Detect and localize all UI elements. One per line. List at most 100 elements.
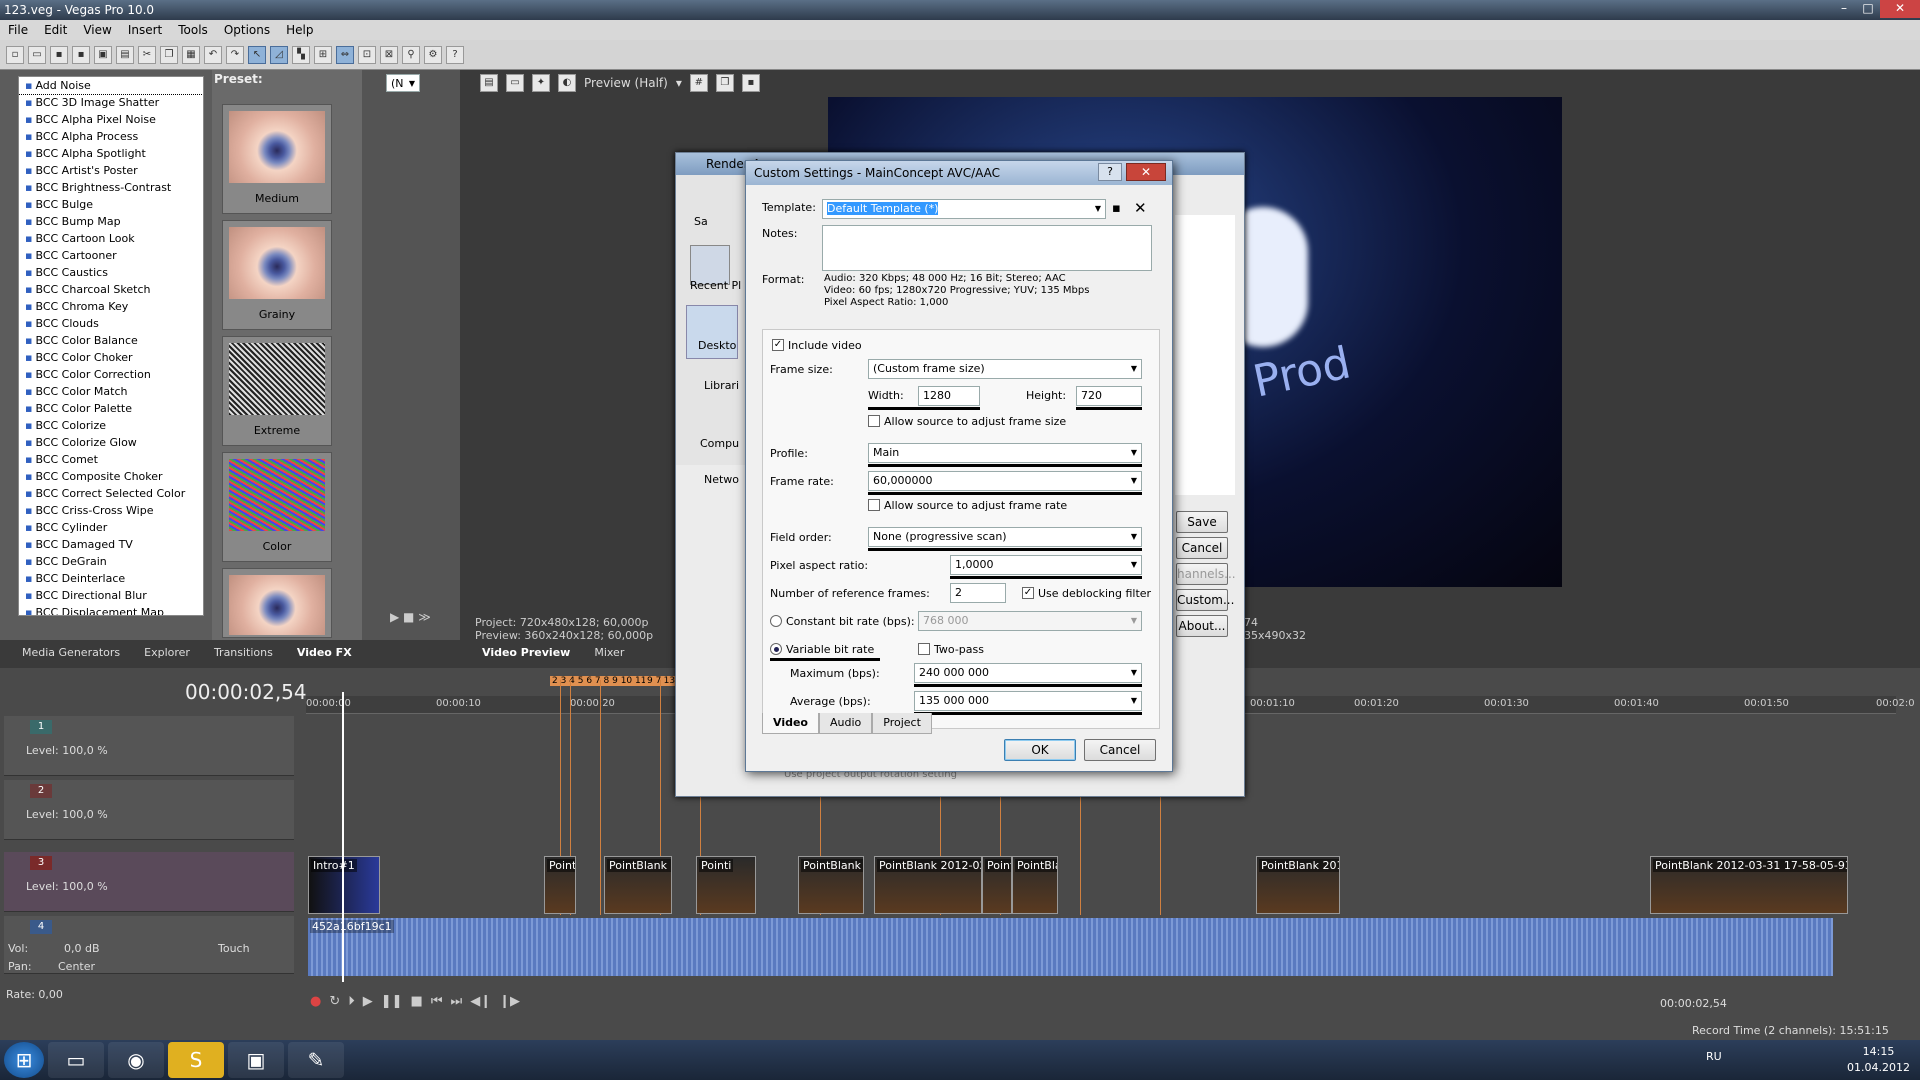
minimize-button[interactable]: – — [1832, 0, 1856, 18]
help-button[interactable]: ? — [1098, 163, 1122, 181]
tab-video[interactable]: Video — [762, 713, 819, 734]
pan-value[interactable]: Center — [58, 960, 95, 973]
fx-item[interactable]: BCC Clouds — [19, 315, 203, 332]
tab-video-preview[interactable]: Video Preview — [470, 646, 582, 659]
audio-clip[interactable]: 452a16bf19c1 — [308, 918, 1833, 976]
preset-thumbnail[interactable]: Extreme — [222, 336, 332, 446]
fx-item[interactable]: BCC Criss-Cross Wipe — [19, 502, 203, 519]
envelope-tool-icon[interactable]: ◿ — [270, 45, 288, 64]
lock-envelopes-icon[interactable]: ⊡ — [358, 45, 376, 64]
width-field[interactable]: 1280 — [918, 386, 980, 406]
menu-file[interactable]: File — [0, 23, 36, 37]
fx-item[interactable]: BCC DeGrain — [19, 553, 203, 570]
stop-icon[interactable]: ■ — [411, 994, 423, 1009]
ok-button[interactable]: OK — [1004, 739, 1076, 761]
selection-tool-icon[interactable]: ▚ — [292, 45, 310, 64]
fx-item[interactable]: BCC Artist's Poster — [19, 162, 203, 179]
preset-thumbnail[interactable] — [222, 568, 332, 638]
par-dropdown[interactable]: 1,0000 — [950, 555, 1142, 575]
save-template-button[interactable]: Save — [1176, 511, 1228, 533]
playback-rate[interactable]: Rate: 0,00 — [6, 988, 63, 1001]
go-to-start-icon[interactable]: ⏮ — [431, 994, 443, 1009]
snapping-icon[interactable]: ⊞ — [314, 45, 332, 64]
avg-bitrate-dropdown[interactable]: 135 000 000 — [914, 691, 1142, 711]
vegas-taskbar-icon[interactable]: ✎ — [288, 1042, 344, 1078]
touch-mode[interactable]: Touch — [218, 942, 250, 955]
copy-snapshot-icon[interactable]: ❐ — [715, 74, 734, 92]
close-window-button[interactable]: ✕ — [1880, 0, 1920, 18]
fx-item[interactable]: BCC Composite Choker — [19, 468, 203, 485]
open-icon[interactable]: ▭ — [28, 45, 46, 64]
fx-item[interactable]: BCC Damaged TV — [19, 536, 203, 553]
copy-icon[interactable]: ❐ — [160, 45, 178, 64]
close-dialog-button[interactable]: ✕ — [1126, 163, 1166, 181]
start-button[interactable]: ⊞ — [4, 1042, 44, 1078]
cbr-radio[interactable] — [770, 615, 782, 627]
computer-place[interactable]: Compu — [700, 437, 739, 450]
save-icon[interactable]: ▪ — [50, 45, 68, 64]
preset-thumbnail[interactable]: Grainy — [222, 220, 332, 330]
undo-icon[interactable]: ↶ — [204, 45, 222, 64]
tab-explorer[interactable]: Explorer — [132, 646, 202, 659]
save-as-icon[interactable]: ▪ — [72, 45, 90, 64]
chrome-taskbar-icon[interactable]: ◉ — [108, 1042, 164, 1078]
save-snapshot-icon[interactable]: ▪ — [741, 74, 760, 92]
preview-quality-dropdown[interactable]: Preview (Half) — [584, 76, 668, 90]
fx-item[interactable]: BCC Color Correction — [19, 366, 203, 383]
video-clip[interactable]: Point — [544, 856, 576, 914]
track-header[interactable]: 2 Level: 100,0 % — [4, 780, 294, 840]
about-button[interactable]: About... — [1176, 615, 1228, 637]
tab-mixer[interactable]: Mixer — [582, 646, 636, 659]
fx-item[interactable]: BCC Alpha Spotlight — [19, 145, 203, 162]
tab-audio[interactable]: Audio — [818, 713, 873, 734]
tab-media-generators[interactable]: Media Generators — [10, 646, 132, 659]
fx-item[interactable]: BCC Charcoal Sketch — [19, 281, 203, 298]
go-to-end-icon[interactable]: ⏭ — [451, 994, 463, 1009]
menu-view[interactable]: View — [75, 23, 119, 37]
render-cancel-button[interactable]: Cancel — [1176, 537, 1228, 559]
field-order-dropdown[interactable]: None (progressive scan) — [868, 527, 1142, 547]
fx-item[interactable]: BCC Directional Blur — [19, 587, 203, 604]
fx-item[interactable]: BCC Bump Map — [19, 213, 203, 230]
prev-frame-icon[interactable]: ◀❙ — [470, 994, 491, 1009]
paste-icon[interactable]: ▦ — [182, 45, 200, 64]
external-monitor-icon[interactable]: ▭ — [506, 74, 524, 92]
language-indicator[interactable]: RU — [1706, 1050, 1722, 1063]
frame-size-dropdown[interactable]: (Custom frame size) — [868, 359, 1142, 379]
fx-item[interactable]: BCC Brightness-Contrast — [19, 179, 203, 196]
channels-button[interactable]: hannels... — [1176, 563, 1236, 585]
fx-item[interactable]: BCC Comet — [19, 451, 203, 468]
fx-item[interactable]: Add Noise — [19, 77, 203, 95]
track-level[interactable]: Level: 100,0 % — [26, 880, 108, 893]
new-icon[interactable]: ▫ — [6, 45, 24, 64]
play-from-start-icon[interactable]: ⏵ — [348, 994, 355, 1009]
next-frame-icon[interactable]: ❙▶ — [499, 994, 520, 1009]
video-clip[interactable]: PointBlank 2012. — [1256, 856, 1340, 914]
save-template-icon[interactable]: ▪ — [1112, 201, 1121, 216]
fx-item[interactable]: BCC Chroma Key — [19, 298, 203, 315]
allow-frame-rate-checkbox[interactable] — [868, 499, 880, 511]
template-dropdown[interactable]: Default Template (*) — [822, 199, 1106, 219]
fx-item[interactable]: BCC Color Palette — [19, 400, 203, 417]
fx-item[interactable]: BCC Alpha Pixel Noise — [19, 111, 203, 128]
delete-template-icon[interactable]: ✕ — [1134, 199, 1147, 217]
video-clip[interactable]: Intro#1 — [308, 856, 380, 914]
playhead-cursor[interactable] — [342, 692, 344, 982]
menu-options[interactable]: Options — [216, 23, 278, 37]
two-pass-checkbox[interactable] — [918, 643, 930, 655]
record-icon[interactable]: ● — [310, 994, 321, 1009]
deblocking-checkbox[interactable]: ✓ — [1022, 587, 1034, 599]
frame-rate-dropdown[interactable]: 60,000000 — [868, 471, 1142, 491]
system-clock[interactable]: 14:15 01.04.2012 — [1847, 1044, 1910, 1076]
recent-places[interactable]: Recent Pl — [690, 279, 741, 292]
fx-item[interactable]: BCC Displacement Map — [19, 604, 203, 615]
fx-item[interactable]: BCC Correct Selected Color — [19, 485, 203, 502]
audio-track-header[interactable]: 4 Vol: 0,0 dB Touch Pan: Center — [4, 916, 294, 974]
video-clip[interactable]: PointBlank 20 — [604, 856, 672, 914]
vbr-radio[interactable] — [770, 643, 782, 655]
render-icon[interactable]: ▣ — [94, 45, 112, 64]
tab-project[interactable]: Project — [872, 713, 932, 734]
fx-item[interactable]: BCC Cartooner — [19, 247, 203, 264]
menu-insert[interactable]: Insert — [120, 23, 170, 37]
overlays-icon[interactable]: # — [689, 74, 708, 92]
